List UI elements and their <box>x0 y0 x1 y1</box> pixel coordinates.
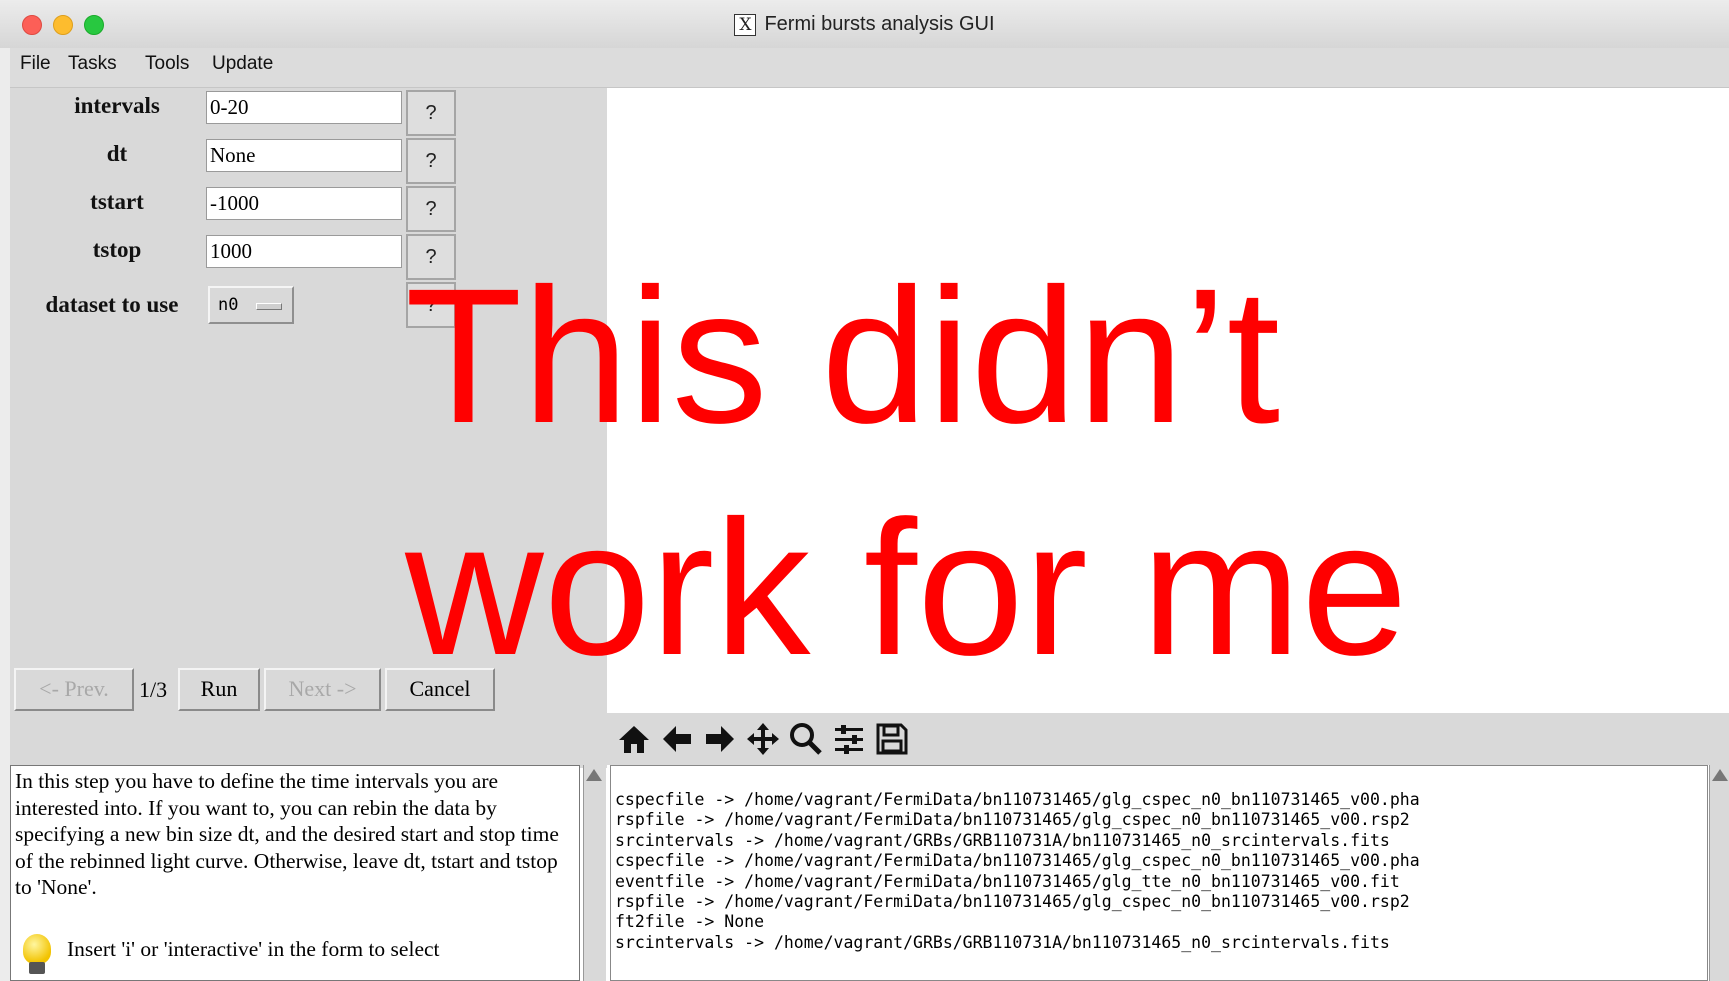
zoom-icon[interactable] <box>788 721 824 757</box>
log-line: srcintervals -> /home/vagrant/GRBs/GRB11… <box>615 830 1390 850</box>
save-icon[interactable] <box>874 721 910 757</box>
menu-update[interactable]: Update <box>212 53 273 75</box>
page-indicator: 1/3 <box>139 677 168 702</box>
run-button[interactable]: Run <box>178 668 260 711</box>
plot-toolbar <box>607 713 1729 765</box>
log-scroll-up-icon[interactable] <box>1712 769 1728 781</box>
subplots-icon[interactable] <box>831 721 867 757</box>
tstop-input[interactable] <box>206 235 402 268</box>
dataset-label: dataset to use <box>45 292 179 317</box>
intervals-help-button[interactable]: ? <box>406 90 456 136</box>
menu-file[interactable]: File <box>20 53 51 75</box>
log-line: rspfile -> /home/vagrant/FermiData/bn110… <box>615 810 1410 830</box>
menu-tasks[interactable]: Tasks <box>68 53 117 75</box>
window-title: Fermi bursts analysis GUI <box>764 13 995 35</box>
form-panel: intervals ? dt ? tstart ? tstop ? datase… <box>10 88 607 768</box>
dt-label: dt <box>106 141 128 166</box>
tstart-label: tstart <box>90 189 144 214</box>
lightbulb-base <box>29 962 45 974</box>
menu-bar: File Tasks Tools Update <box>10 48 1729 88</box>
tstop-help-button[interactable]: ? <box>406 234 456 280</box>
plot-canvas[interactable] <box>607 88 1729 713</box>
prev-button[interactable]: <- Prev. <box>14 668 134 711</box>
window-title-wrap: X Fermi bursts analysis GUI <box>0 13 1729 36</box>
menu-tools[interactable]: Tools <box>145 53 189 75</box>
help-text-box: In this step you have to define the time… <box>10 765 580 981</box>
help-text: In this step you have to define the time… <box>15 769 559 899</box>
log-line: cspecfile -> /home/vagrant/FermiData/bn1… <box>615 790 1420 809</box>
left-toolbar-strip <box>10 713 607 765</box>
log-line: rspfile -> /home/vagrant/FermiData/bn110… <box>615 892 1410 912</box>
tstart-input[interactable] <box>206 187 402 220</box>
scroll-up-icon[interactable] <box>586 769 602 781</box>
cancel-button[interactable]: Cancel <box>385 668 495 711</box>
log-line: eventfile -> /home/vagrant/FermiData/bn1… <box>615 871 1400 891</box>
dataset-select-value: n0 <box>218 295 239 315</box>
log-line: ft2file -> None <box>615 912 765 932</box>
intervals-label: intervals <box>74 93 160 118</box>
window-frame <box>0 48 10 981</box>
forward-arrow-icon[interactable] <box>702 721 738 757</box>
tstop-label: tstop <box>92 237 142 262</box>
back-arrow-icon[interactable] <box>659 721 695 757</box>
title-bar: X Fermi bursts analysis GUI <box>0 0 1729 49</box>
log-output: cspecfile -> /home/vagrant/FermiData/bn1… <box>610 765 1708 981</box>
log-scrollbar[interactable] <box>1709 765 1729 981</box>
dt-help-button[interactable]: ? <box>406 138 456 184</box>
dropdown-indicator-icon <box>256 303 282 310</box>
log-line: srcintervals -> /home/vagrant/GRBs/GRB11… <box>615 932 1390 952</box>
lightbulb-icon <box>23 934 51 964</box>
help-scrollbar[interactable] <box>583 765 606 981</box>
tip-text: Insert 'i' or 'interactive' in the form … <box>67 937 440 961</box>
home-icon[interactable] <box>616 721 652 757</box>
log-line: cspecfile -> /home/vagrant/FermiData/bn1… <box>615 851 1420 871</box>
dataset-help-button[interactable]: ? <box>406 282 456 328</box>
intervals-input[interactable] <box>206 91 402 124</box>
dataset-select[interactable]: n0 <box>208 286 294 324</box>
x11-icon: X <box>734 13 757 36</box>
next-button[interactable]: Next -> <box>264 668 381 711</box>
tstart-help-button[interactable]: ? <box>406 186 456 232</box>
dt-input[interactable] <box>206 139 402 172</box>
pan-icon[interactable] <box>745 721 781 757</box>
